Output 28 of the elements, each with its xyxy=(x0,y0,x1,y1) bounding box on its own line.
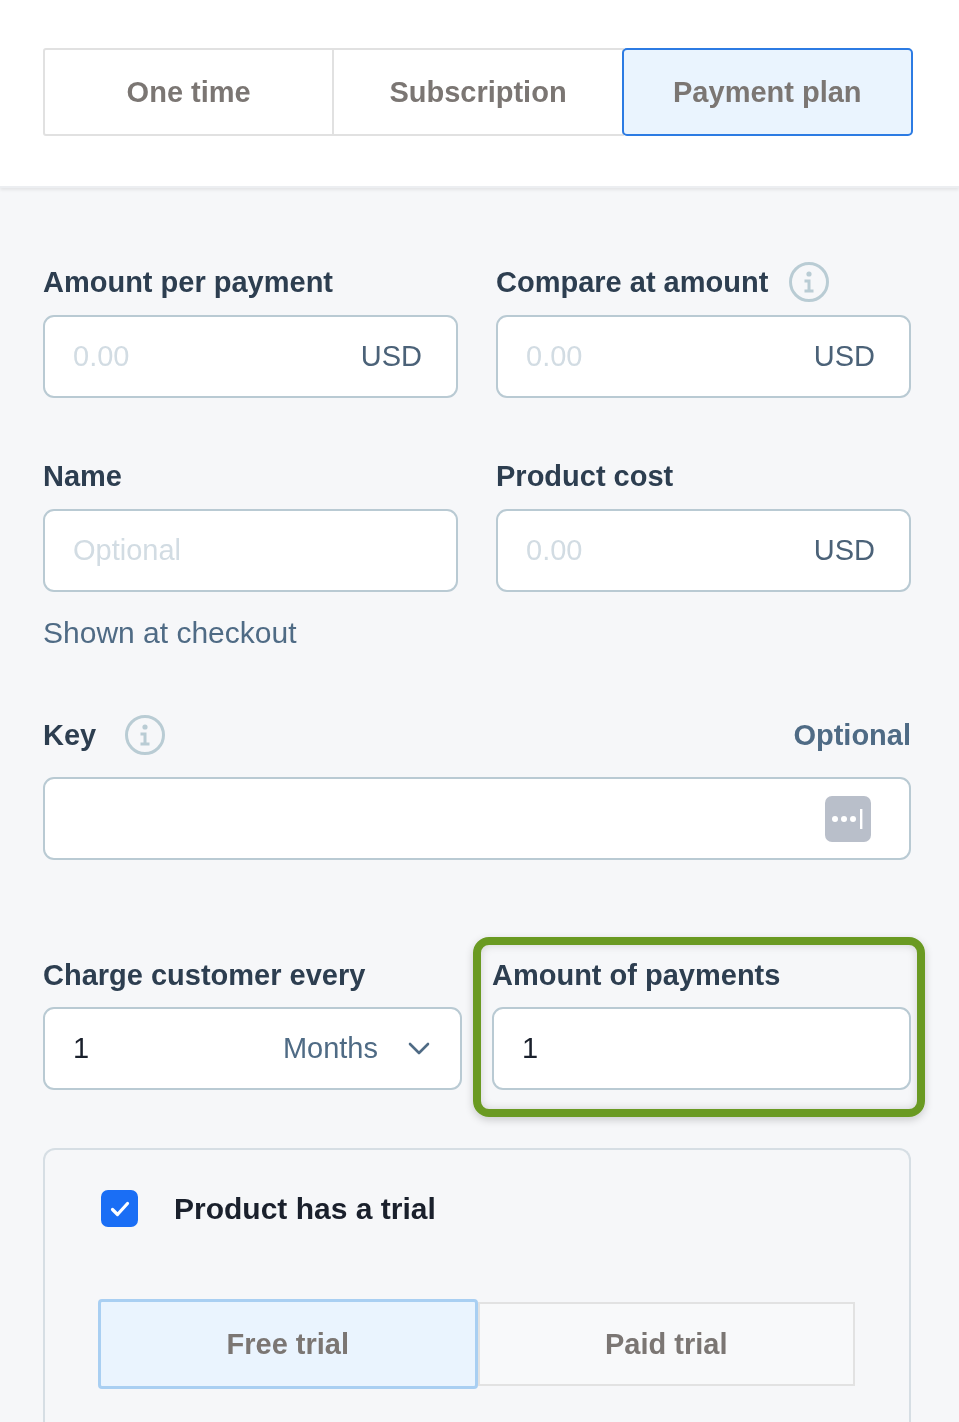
trial-option[interactable]: Free trial xyxy=(98,1299,478,1389)
field-label: Key xyxy=(43,718,97,752)
tab[interactable]: Payment plan xyxy=(621,48,913,136)
chevron-down-icon xyxy=(408,1041,430,1056)
currency-label: USD xyxy=(813,534,875,567)
field-hint: Shown at checkout xyxy=(43,616,297,650)
ellipsis-tile-icon xyxy=(825,795,871,842)
checkmark-icon xyxy=(109,1200,130,1217)
trial-checkbox[interactable] xyxy=(101,1190,138,1227)
field-label: Name xyxy=(43,459,122,493)
number-field[interactable]: 1 xyxy=(492,1007,911,1090)
field-label: Amount of payments xyxy=(492,958,781,992)
interval-field[interactable]: 1 Months xyxy=(43,1007,462,1090)
field-label: Amount per payment xyxy=(43,265,334,299)
field-label: Product cost xyxy=(496,459,674,493)
number-input[interactable]: 1 xyxy=(522,1032,875,1065)
trial-option[interactable]: Paid trial xyxy=(477,1302,855,1386)
key-field[interactable] xyxy=(43,777,911,860)
tab[interactable]: One time xyxy=(43,48,335,136)
field-label: Compare at amount xyxy=(496,265,769,299)
optional-note: Optional xyxy=(793,718,911,752)
unit-dropdown[interactable]: Months xyxy=(282,1032,430,1065)
currency-label: USD xyxy=(813,340,875,373)
field-label: Charge customer every xyxy=(43,958,366,992)
interval-input[interactable]: 1 xyxy=(73,1032,283,1065)
currency-label: USD xyxy=(360,340,422,373)
checkbox-label: Product has a trial xyxy=(174,1191,436,1226)
tab[interactable]: Subscription xyxy=(332,48,624,136)
